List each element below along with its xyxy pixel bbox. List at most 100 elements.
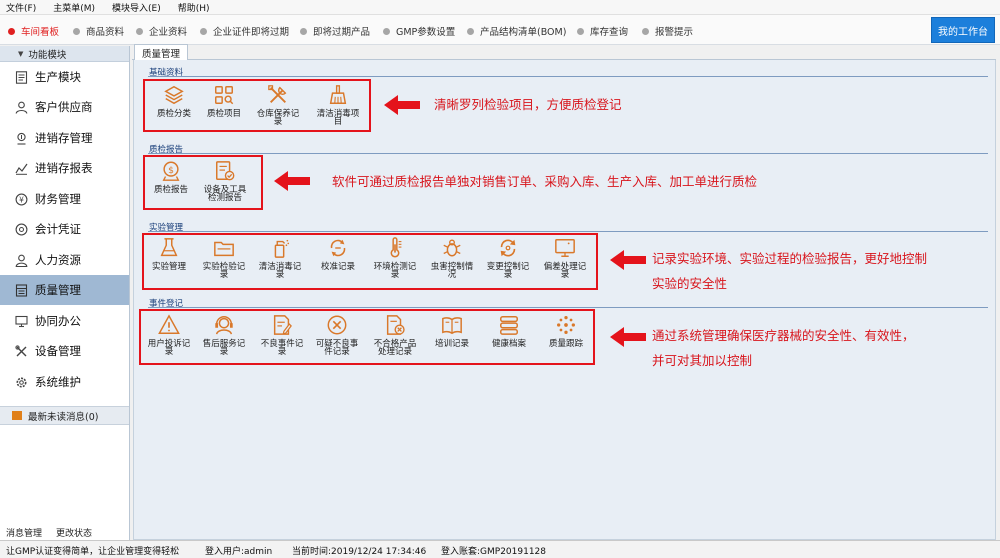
module-nonconforming-product[interactable]: 不合格产品处理记录: [368, 314, 422, 356]
dot-icon: [8, 27, 15, 35]
module-qc-report[interactable]: $ 质检报告: [144, 160, 198, 194]
dot-icon: [300, 27, 307, 35]
message-management-link[interactable]: 消息管理: [6, 526, 42, 539]
my-workbench-button[interactable]: 我的工作台: [931, 17, 995, 43]
section-divider: [148, 307, 988, 308]
change-status-link[interactable]: 更改状态: [56, 526, 92, 539]
module-lab-management[interactable]: 实验管理: [142, 237, 196, 271]
module-suspected-adverse-event[interactable]: 可疑不良事件记录: [310, 314, 364, 356]
sidebar-item-system[interactable]: 系统维护: [0, 367, 129, 397]
refresh-icon: [500, 239, 516, 257]
dot-icon: [136, 27, 143, 35]
money-icon: ¥: [14, 192, 28, 206]
quick-product-info[interactable]: 商品资料: [73, 24, 124, 38]
person-icon: [14, 100, 28, 114]
headset-icon: [215, 316, 233, 335]
module-training-record[interactable]: 培训记录: [425, 314, 479, 348]
dot-icon: [577, 27, 584, 35]
gear-icon: [14, 375, 28, 389]
section-divider: [148, 76, 988, 77]
module-complaint-record[interactable]: 用户投诉记录: [142, 314, 196, 356]
annotation-events-line-1: 通过系统管理确保医疗器械的安全性、有效性，: [652, 328, 915, 343]
svg-text:$: $: [168, 165, 174, 176]
stamp-icon: $: [162, 161, 180, 181]
module-change-control[interactable]: 变更控制记录: [481, 237, 535, 279]
caret-icon: ▼: [18, 49, 24, 58]
calibrate-icon: [330, 239, 346, 257]
sidebar-item-equipment[interactable]: 设备管理: [0, 336, 129, 366]
dot-icon: [73, 27, 80, 35]
module-cleaning-record[interactable]: 清洁消毒记录: [253, 237, 307, 279]
menu-module-import[interactable]: 模块导入(E): [112, 1, 161, 14]
status-current-time: 当前时间:2019/12/24 17:34:46: [292, 547, 427, 557]
module-after-sales-record[interactable]: 售后服务记录: [197, 314, 251, 356]
annotation-basic: 清晰罗列检验项目，方便质检登记: [434, 97, 622, 112]
x-circle-icon: [327, 315, 347, 335]
quick-bom[interactable]: 产品结构清单(BOM): [467, 24, 566, 38]
layers-icon: [164, 85, 184, 105]
menu-file[interactable]: 文件(F): [6, 1, 36, 14]
voucher-icon: [14, 222, 28, 236]
status-login-user: 登入用户:admin: [205, 547, 273, 557]
section-divider: [148, 231, 988, 232]
list-icon: [14, 70, 28, 84]
module-environment-record[interactable]: 环境检测记录: [368, 237, 422, 279]
menu-main[interactable]: 主菜单(M): [53, 1, 95, 14]
module-quality-tracking[interactable]: 质量跟踪: [539, 314, 593, 348]
sidebar-item-customer-supplier[interactable]: 客户供应商: [0, 92, 129, 122]
tab-bar: 质量管理: [132, 44, 996, 60]
module-lab-inspection-record[interactable]: 实验检验记录: [197, 237, 251, 279]
database-icon: [500, 316, 518, 335]
menu-help[interactable]: 帮助(H): [178, 1, 210, 14]
sidebar-item-hr[interactable]: 人力资源: [0, 245, 129, 275]
arrow-left-icon: [610, 250, 646, 270]
wrench-icon: [268, 85, 287, 103]
report-check-icon: [216, 161, 235, 181]
quick-workshop-board[interactable]: 车间看板: [8, 24, 59, 38]
dot-icon: [383, 27, 390, 35]
warning-icon: [158, 314, 180, 334]
tab-quality-management[interactable]: 质量管理: [134, 44, 189, 60]
quality-icon: [14, 283, 28, 297]
module-deviation-record[interactable]: 偏差处理记录: [538, 237, 592, 279]
sidebar-item-quality[interactable]: 质量管理: [0, 275, 129, 305]
screen-icon: [555, 239, 575, 257]
quick-stock-query[interactable]: 库存查询: [577, 24, 628, 38]
module-health-file[interactable]: 健康档案: [482, 314, 536, 348]
quick-gmp-settings[interactable]: GMP参数设置: [383, 24, 455, 38]
quick-alarm[interactable]: 报警提示: [642, 24, 693, 38]
thermometer-icon: [390, 237, 402, 258]
arrow-left-icon: [610, 327, 646, 347]
annotation-lab-line-2: 实验的安全性: [652, 276, 728, 291]
dot-icon: [642, 27, 649, 35]
status-slogan: 让GMP认证变得简单，让企业管理变得轻松: [6, 547, 180, 557]
dot-icon: [200, 27, 207, 35]
module-adverse-event-record[interactable]: 不良事件记录: [255, 314, 309, 356]
user-icon: [14, 253, 28, 267]
sidebar-header[interactable]: ▼ 功能模块: [0, 46, 129, 62]
module-calibration-record[interactable]: 校准记录: [311, 237, 365, 271]
sidebar-item-accounting-voucher[interactable]: 会计凭证: [0, 214, 129, 244]
sidebar-item-inventory[interactable]: 进销存管理: [0, 123, 129, 153]
module-pest-control[interactable]: 虫害控制情况: [425, 237, 479, 279]
module-warehouse-maintenance[interactable]: 仓库保养记录: [251, 84, 305, 126]
quick-product-expiring[interactable]: 即将过期产品: [300, 24, 370, 38]
sidebar-item-production[interactable]: 生产模块: [0, 62, 129, 92]
quick-cert-expiring[interactable]: 企业证件即将过期: [200, 24, 289, 38]
sidebar-item-finance[interactable]: ¥ 财务管理: [0, 184, 129, 214]
quality-management-panel: 基础资料 质检分类 质检项目 仓库保养记录 清洁消毒项目 清晰罗列检验项目，方便…: [133, 60, 996, 540]
unread-messages[interactable]: 最新未读消息(0): [0, 406, 129, 425]
flask-icon: [160, 238, 178, 257]
dots-icon: [557, 316, 575, 334]
section-divider: [148, 153, 988, 154]
dot-icon: [467, 27, 474, 35]
module-cleaning-item[interactable]: 清洁消毒项目: [311, 84, 365, 126]
sidebar-bottom-links: 消息管理 更改状态: [0, 524, 129, 540]
module-qc-category[interactable]: 质检分类: [147, 84, 201, 118]
module-equipment-tool-report[interactable]: 设备及工具检测报告: [198, 160, 252, 202]
module-qc-item[interactable]: 质检项目: [197, 84, 251, 118]
sidebar-item-collaboration[interactable]: 协同办公: [0, 306, 129, 336]
sidebar-item-inventory-report[interactable]: 进销存报表: [0, 153, 129, 183]
message-icon: [12, 411, 22, 420]
quick-company-info[interactable]: 企业资料: [136, 24, 187, 38]
